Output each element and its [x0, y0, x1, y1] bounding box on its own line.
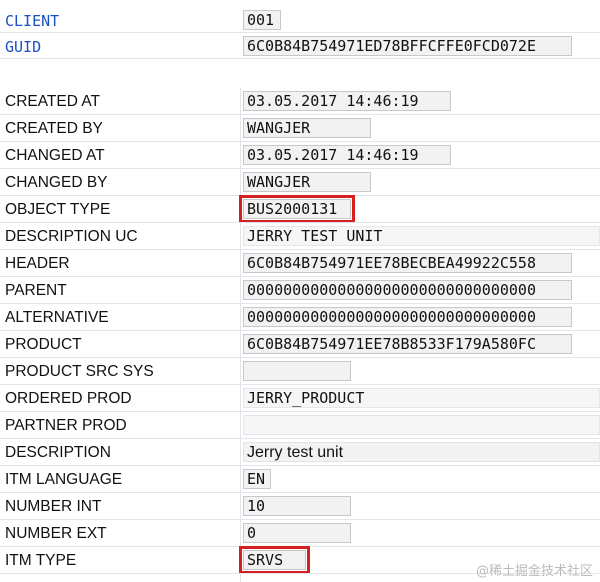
row-alternative: ALTERNATIVE 0000000000000000000000000000… — [0, 304, 600, 331]
product-label: PRODUCT — [5, 336, 82, 353]
column-divider — [240, 142, 241, 169]
column-divider — [240, 196, 241, 223]
created-by-label: CREATED BY — [5, 120, 103, 137]
description-field[interactable]: Jerry test unit — [243, 442, 600, 462]
column-divider — [240, 547, 241, 574]
changed-at-label: CHANGED AT — [5, 147, 105, 164]
product-src-sys-field[interactable] — [243, 361, 351, 381]
number-int-field[interactable]: 10 — [243, 496, 351, 516]
changed-by-field[interactable]: WANGJER — [243, 172, 371, 192]
number-int-label: NUMBER INT — [5, 498, 102, 515]
row-created-by: CREATED BY WANGJER — [0, 115, 600, 142]
row-changed-at: CHANGED AT 03.05.2017 14:46:19 — [0, 142, 600, 169]
column-divider — [240, 412, 241, 439]
column-divider — [240, 520, 241, 547]
description-label: DESCRIPTION — [5, 444, 111, 461]
row-changed-by: CHANGED BY WANGJER — [0, 169, 600, 196]
client-label: CLIENT — [5, 12, 60, 30]
watermark-text: @稀土掘金技术社区 — [476, 564, 594, 579]
partner-prod-label: PARTNER PROD — [5, 417, 127, 434]
column-divider — [240, 358, 241, 385]
created-by-field[interactable]: WANGJER — [243, 118, 371, 138]
column-divider — [240, 439, 241, 466]
row-number-ext: NUMBER EXT 0 — [0, 520, 600, 547]
itm-type-field[interactable]: SRVS — [239, 546, 310, 574]
row-parent: PARENT 00000000000000000000000000000000 — [0, 277, 600, 304]
column-divider — [240, 115, 241, 142]
product-src-sys-label: PRODUCT SRC SYS — [5, 363, 154, 380]
object-type-label: OBJECT TYPE — [5, 201, 111, 218]
alternative-field[interactable]: 00000000000000000000000000000000 — [243, 307, 572, 327]
column-divider — [240, 88, 241, 115]
client-field[interactable]: 001 — [243, 10, 281, 30]
column-divider — [240, 574, 241, 582]
column-divider — [240, 304, 241, 331]
column-divider — [240, 277, 241, 304]
object-type-field[interactable]: BUS2000131 — [239, 195, 355, 223]
guid-field[interactable]: 6C0B84B754971ED78BFFCFFE0FCD072E — [243, 36, 572, 56]
itm-language-field[interactable]: EN — [243, 469, 271, 489]
changed-at-field[interactable]: 03.05.2017 14:46:19 — [243, 145, 451, 165]
row-partner-prod: PARTNER PROD — [0, 412, 600, 439]
row-divider — [0, 58, 600, 59]
row-ordered-prod: ORDERED PROD JERRY_PRODUCT — [0, 385, 600, 412]
column-divider — [240, 169, 241, 196]
row-product-src-sys: PRODUCT SRC SYS — [0, 358, 600, 385]
row-client: CLIENT 001 — [0, 7, 600, 33]
row-itm-language: ITM LANGUAGE EN — [0, 466, 600, 493]
itm-language-label: ITM LANGUAGE — [5, 471, 123, 488]
product-field[interactable]: 6C0B84B754971EE78B8533F179A580FC — [243, 334, 572, 354]
row-product: PRODUCT 6C0B84B754971EE78B8533F179A580FC — [0, 331, 600, 358]
partner-prod-field[interactable] — [243, 415, 600, 435]
itm-type-label: ITM TYPE — [5, 552, 77, 569]
header-label: HEADER — [5, 255, 70, 272]
row-created-at: CREATED AT 03.05.2017 14:46:19 — [0, 88, 600, 115]
column-divider — [240, 385, 241, 412]
created-at-label: CREATED AT — [5, 93, 101, 110]
description-uc-label: DESCRIPTION UC — [5, 228, 138, 245]
column-divider — [240, 250, 241, 277]
row-description: DESCRIPTION Jerry test unit — [0, 439, 600, 466]
header-field[interactable]: 6C0B84B754971EE78BECBEA49922C558 — [243, 253, 572, 273]
column-divider — [240, 223, 241, 250]
parent-field[interactable]: 00000000000000000000000000000000 — [243, 280, 572, 300]
row-description-uc: DESCRIPTION UC JERRY TEST UNIT — [0, 223, 600, 250]
column-divider — [240, 466, 241, 493]
created-at-field[interactable]: 03.05.2017 14:46:19 — [243, 91, 451, 111]
alternative-label: ALTERNATIVE — [5, 309, 109, 326]
guid-label: GUID — [5, 38, 42, 56]
ordered-prod-label: ORDERED PROD — [5, 390, 132, 407]
row-object-type: OBJECT TYPE BUS2000131 — [0, 195, 600, 223]
row-guid: GUID 6C0B84B754971ED78BFFCFFE0FCD072E — [0, 33, 600, 59]
column-divider — [240, 331, 241, 358]
row-header: HEADER 6C0B84B754971EE78BECBEA49922C558 — [0, 250, 600, 277]
ordered-prod-field[interactable]: JERRY_PRODUCT — [243, 388, 600, 408]
number-ext-field[interactable]: 0 — [243, 523, 351, 543]
changed-by-label: CHANGED BY — [5, 174, 108, 191]
column-divider — [240, 493, 241, 520]
row-number-int: NUMBER INT 10 — [0, 493, 600, 520]
number-ext-label: NUMBER EXT — [5, 525, 107, 542]
description-uc-field[interactable]: JERRY TEST UNIT — [243, 226, 600, 246]
parent-label: PARENT — [5, 282, 67, 299]
